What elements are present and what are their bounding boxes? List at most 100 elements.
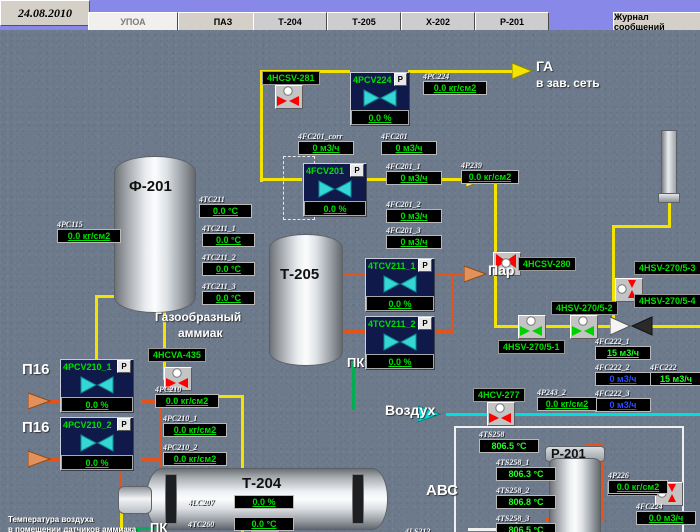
faceplate-pcv210-1-header: 4PCV210_1 P xyxy=(61,360,133,373)
vessel-t204-label: Т-204 xyxy=(242,475,281,492)
tag-tc211-name: 4TC211 xyxy=(199,195,252,204)
label-ga: ГА xyxy=(536,58,553,74)
t204-sightglass-right xyxy=(352,474,364,524)
faceplate-fcv201-p-button[interactable]: P xyxy=(350,164,364,177)
arrow-ga xyxy=(512,61,534,81)
column-x202 xyxy=(661,130,677,200)
tag-fc201-3-name: 4FC201_3 xyxy=(386,226,442,235)
air-temp-label-line2: в помещении датчиков аммиака xyxy=(8,525,136,532)
t204-sightglass xyxy=(165,474,177,524)
label-gaseous-ammonia-1: Газообразный xyxy=(155,310,241,324)
vessel-t205 xyxy=(269,234,343,366)
faceplate-pcv224[interactable]: 4PCV224 P 0.0 % xyxy=(350,72,410,126)
tag-fc201-2-value: 0 м3/ч xyxy=(386,209,442,223)
tag-pc224-name: 4PC224 xyxy=(423,72,487,81)
faceplate-pcv210-1-value: 0.0 % xyxy=(61,397,133,412)
tag-lc207-name: 4LC207 xyxy=(188,498,214,507)
tab-upoa[interactable]: УПОА xyxy=(88,12,178,31)
tag-ts258-3-name: 4TS258_3 xyxy=(496,514,556,523)
tag-ts258-1-name: 4TS258_1 xyxy=(496,458,556,467)
faceplate-tcv211-2-p-button[interactable]: P xyxy=(418,317,432,330)
tag-ts258-value: 806.5 °C xyxy=(479,439,539,453)
faceplate-tcv211-2[interactable]: 4TCV211_2 P 0.0 % xyxy=(365,316,435,370)
tag-fc201-1-value: 0 м3/ч xyxy=(386,171,442,185)
tag-fc201-corr: 4FC201_corr 0 м3/ч xyxy=(298,132,354,155)
tag-ts258-1-value: 806.3 °C xyxy=(496,467,556,481)
arrow-p16a xyxy=(28,391,52,411)
tag-p226: 4P226 0.0 кг/см2 xyxy=(608,471,668,494)
tag-pc115: 4PC115 0.0 кг/см2 xyxy=(57,220,121,243)
tag-fc201-name: 4FC201 xyxy=(381,132,437,141)
tag-ts258-3-value: 806.5 °C xyxy=(496,523,556,532)
tag-fc201-2-name: 4FC201_2 xyxy=(386,200,442,209)
faceplate-fcv201[interactable]: 4FCV201 P 0.0 % xyxy=(303,163,367,217)
tab-r201[interactable]: Р-201 xyxy=(475,12,549,31)
tag-tc211: 4TC211 0.0 °C xyxy=(199,195,252,218)
tag-pc210-2-value: 0.0 кг/см2 xyxy=(163,452,227,466)
toolbar: 24.08.2010 УПОА ПАЗ Т-204 Т-205 Х-202 Р-… xyxy=(0,0,700,30)
tag-tc211-1-value: 0.0 °C xyxy=(202,233,255,247)
tag-p243-2-value: 0.0 кг/см2 xyxy=(537,397,597,411)
faceplate-pcv210-2[interactable]: 4PCV210_2 P 0.0 % xyxy=(60,417,134,471)
faceplate-pcv210-1-p-button[interactable]: P xyxy=(117,360,131,373)
tag-p239-value: 0.0 кг/см2 xyxy=(461,170,519,184)
faceplate-pcv210-2-name: 4PCV210_2 xyxy=(63,420,115,430)
faceplate-pcv210-2-p-button[interactable]: P xyxy=(117,418,131,431)
faceplate-pcv224-p-button[interactable]: P xyxy=(394,73,407,86)
tag-ts258-2-value: 806.8 °C xyxy=(496,495,556,509)
valve-hcsv-281[interactable] xyxy=(275,85,303,109)
faceplate-pcv210-1[interactable]: 4PCV210_1 P 0.0 % xyxy=(60,359,134,413)
butterfly-valve-icon xyxy=(363,88,397,108)
t204-nozzle-left xyxy=(118,486,152,514)
tag-fc222-2: 4FC222_2 0 м3/ч xyxy=(595,363,651,386)
label-p16-a: П16 xyxy=(22,361,49,378)
label-pk-left: ПК xyxy=(150,520,167,532)
tag-fc222-value: 15 м3/ч xyxy=(650,372,700,386)
valve-hsv-270-5-1[interactable] xyxy=(518,315,546,339)
tag-fc201: 4FC201 0 м3/ч xyxy=(381,132,437,155)
tag-tc211-2-name: 4TC211_2 xyxy=(202,253,255,262)
faceplate-pcv224-value: 0.0 % xyxy=(351,110,409,125)
label-vozduh: Воздух xyxy=(385,402,435,418)
pipe-orange-p16-collector xyxy=(159,400,162,462)
message-log-button[interactable]: Журнал сообщений xyxy=(613,12,700,31)
tag-p226-name: 4P226 xyxy=(608,471,668,480)
faceplate-tcv211-1-value: 0.0 % xyxy=(366,296,434,311)
tag-pc115-value: 0.0 кг/см2 xyxy=(57,229,121,243)
pipe-yellow-far-right xyxy=(652,325,700,328)
tag-pc224: 4PC224 0.0 кг/см2 xyxy=(423,72,487,95)
pipe-orange-collector xyxy=(451,273,454,333)
tag-pc115-name: 4PC115 xyxy=(57,220,121,229)
tab-t205[interactable]: Т-205 xyxy=(327,12,401,31)
faceplate-tcv211-2-name: 4TCV211_2 xyxy=(368,319,416,329)
air-temp-label-line1: Температура воздуха xyxy=(8,515,94,525)
plate-hsv-270-5-2: 4HSV-270/5-2 xyxy=(551,301,618,315)
tag-p226-value: 0.0 кг/см2 xyxy=(608,480,668,494)
faceplate-pcv210-2-header: 4PCV210_2 P xyxy=(61,418,133,431)
tag-pc210-1: 4PC210_1 0.0 кг/см2 xyxy=(163,414,227,437)
tab-x202[interactable]: Х-202 xyxy=(401,12,475,31)
faceplate-pcv210-2-value: 0.0 % xyxy=(61,455,133,470)
tag-tc260-name: 4TC260 xyxy=(188,520,214,529)
hmi-screen: 24.08.2010 УПОА ПАЗ Т-204 Т-205 Х-202 Р-… xyxy=(0,0,700,532)
tag-tc260-value: 0.0 °C xyxy=(234,517,294,531)
faceplate-fcv201-value: 0.0 % xyxy=(304,201,366,216)
tab-t204[interactable]: Т-204 xyxy=(253,12,327,31)
tag-fc222-3-value: 0 м3/ч xyxy=(595,398,651,412)
tag-fc201-1-name: 4FC201_1 xyxy=(386,162,442,171)
valve-hsv-270-5-2[interactable] xyxy=(570,315,598,339)
vessel-p201-label: Р-201 xyxy=(551,446,586,461)
tag-ls212-name: 4LS212 xyxy=(405,527,457,532)
tag-tc211-2-value: 0.0 °C xyxy=(202,262,255,276)
tag-fc201-3: 4FC201_3 0 м3/ч xyxy=(386,226,442,249)
tag-fc224: 4FC224 0.0 м3/ч xyxy=(636,502,696,525)
tag-fc222-2-name: 4FC222_2 xyxy=(595,363,651,372)
tag-ts258-2-name: 4TS258_2 xyxy=(496,486,556,495)
butterfly-valve-icon xyxy=(383,274,417,294)
pipe-cyan-air xyxy=(446,413,700,416)
valve-hcv-277[interactable] xyxy=(487,402,515,426)
tag-pc210-value: 0.0 кг/см2 xyxy=(155,394,219,408)
faceplate-tcv211-1[interactable]: 4TCV211_1 P 0.0 % xyxy=(365,258,435,312)
faceplate-tcv211-1-p-button[interactable]: P xyxy=(418,259,432,272)
tag-fc222-1-name: 4FC222_1 xyxy=(595,337,651,346)
